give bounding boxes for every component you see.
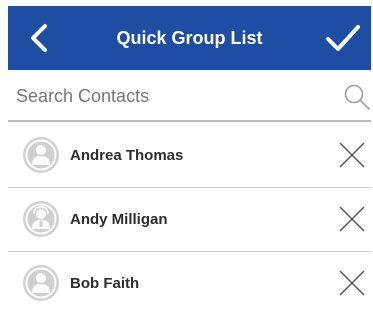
quick-group-screen: Quick Group List Andrea Thomas <box>0 0 373 312</box>
close-icon[interactable] <box>337 140 367 170</box>
search-input[interactable] <box>8 72 336 120</box>
app-header: Quick Group List <box>8 6 371 70</box>
list-item[interactable]: Andrea Thomas <box>8 124 371 188</box>
person-avatar-icon <box>23 137 59 173</box>
contact-name: Bob Faith <box>70 275 140 292</box>
contact-list: Andrea Thomas Andy Milligan Bob Faith <box>8 124 371 315</box>
list-item[interactable]: Andy Milligan <box>8 188 371 252</box>
search-bar <box>8 72 371 122</box>
search-icon[interactable] <box>343 83 371 111</box>
page-title: Quick Group List <box>116 28 263 48</box>
list-item[interactable]: Bob Faith <box>8 252 371 315</box>
checkmark-icon[interactable] <box>323 20 363 56</box>
contact-name: Andy Milligan <box>70 211 168 228</box>
person-avatar-icon <box>23 265 59 301</box>
close-icon[interactable] <box>337 268 367 298</box>
person-headset-avatar-icon <box>23 201 59 237</box>
close-icon[interactable] <box>337 204 367 234</box>
contact-name: Andrea Thomas <box>70 147 184 164</box>
